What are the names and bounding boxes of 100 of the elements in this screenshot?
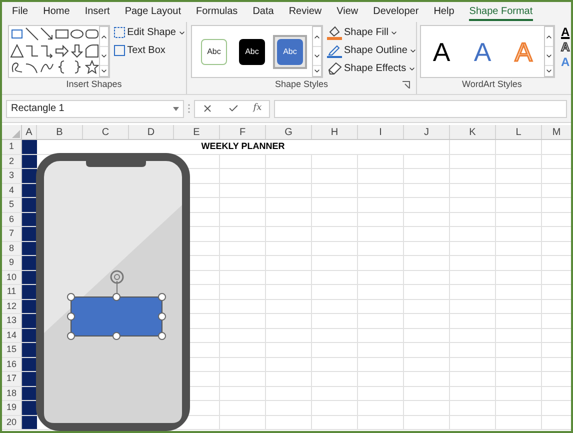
shaded-cell [22, 256, 37, 270]
resize-handle[interactable] [158, 293, 166, 301]
group-label: Insert Shapes [66, 78, 122, 91]
ribbon-tab[interactable]: Help [434, 4, 454, 20]
ribbon-command[interactable]: Shape Outline [327, 43, 418, 58]
rounded-rectangle-icon[interactable] [85, 27, 100, 41]
ribbon-tab[interactable]: Data [252, 4, 274, 20]
paint-bucket-icon [327, 26, 342, 40]
freeform-scribble-icon[interactable] [10, 60, 24, 74]
resize-handle[interactable] [158, 312, 166, 320]
column-header[interactable]: H [312, 125, 358, 139]
pencil-icon [327, 44, 342, 58]
resize-handle[interactable] [158, 332, 166, 340]
right-arrow-icon[interactable] [55, 44, 70, 58]
shaded-cell [22, 372, 37, 386]
row-header[interactable]: 9 [2, 256, 22, 270]
arrow-line-icon[interactable] [40, 27, 54, 41]
row-header[interactable]: 7 [2, 227, 22, 240]
triangle-icon[interactable] [10, 44, 24, 58]
group-label: WordArt Styles [462, 78, 522, 91]
row-header[interactable]: 17 [2, 372, 22, 386]
elbow-arrow-icon[interactable] [40, 44, 54, 58]
ribbon-tab[interactable]: Developer [373, 4, 419, 20]
column-header[interactable]: L [496, 125, 542, 139]
insert-function-button[interactable]: fx [253, 102, 262, 116]
line-icon[interactable] [25, 27, 39, 41]
ribbon-command[interactable]: Text Box [114, 43, 186, 58]
resize-handle[interactable] [112, 293, 120, 301]
group-label: Shape Styles [274, 78, 328, 91]
text-box-icon [114, 45, 126, 56]
snip-corner-icon[interactable] [85, 44, 100, 58]
row-header[interactable]: 2 [2, 154, 22, 168]
row-header[interactable]: 13 [2, 314, 22, 328]
selected-rectangle[interactable] [70, 296, 162, 336]
ribbon-command[interactable]: Shape Effects [327, 61, 418, 76]
ribbon-tab[interactable]: Formulas [196, 4, 238, 20]
column-header[interactable]: D [129, 125, 174, 139]
ribbon-tab[interactable]: View [336, 4, 358, 20]
resize-handle[interactable] [67, 293, 75, 301]
column-header[interactable]: F [220, 125, 266, 139]
column-header[interactable]: I [358, 125, 404, 139]
row-header[interactable]: 20 [2, 416, 22, 429]
star-icon[interactable] [85, 60, 100, 74]
enter-icon[interactable] [228, 103, 239, 114]
text-style-button[interactable]: A [561, 25, 570, 40]
row-header[interactable]: 5 [2, 198, 22, 212]
row-header[interactable]: 1 [2, 140, 22, 154]
ribbon-tab[interactable]: Page Layout [124, 4, 181, 20]
ribbon-tab[interactable]: File [12, 4, 28, 20]
elbow-connector-icon[interactable] [25, 44, 39, 58]
row-header[interactable]: 12 [2, 300, 22, 313]
column-header[interactable]: C [83, 125, 129, 139]
column-header[interactable]: J [404, 125, 450, 139]
text-box-shape-icon[interactable] [10, 27, 24, 41]
rotate-handle-icon[interactable] [110, 270, 124, 284]
shaded-cell [22, 198, 37, 212]
shaded-cell [22, 401, 37, 414]
shaded-cell [22, 169, 37, 182]
row-header[interactable]: 18 [2, 386, 22, 400]
effects-icon [327, 62, 342, 75]
row-header[interactable]: 8 [2, 242, 22, 255]
row-header[interactable]: 6 [2, 212, 22, 226]
column-header[interactable]: G [266, 125, 312, 139]
style-swatch[interactable]: Abc [239, 38, 265, 64]
style-swatch[interactable]: Abc [201, 38, 227, 64]
column-header[interactable]: K [450, 125, 496, 139]
dialog-launcher-icon[interactable] [402, 80, 410, 89]
row-header[interactable]: 4 [2, 184, 22, 197]
oval-icon[interactable] [70, 27, 84, 41]
column-header[interactable]: M [542, 125, 571, 139]
ribbon-tab[interactable]: Home [43, 4, 70, 20]
ribbon-command[interactable]: Shape Fill [327, 25, 418, 40]
column-header[interactable]: B [37, 125, 83, 139]
resize-handle[interactable] [67, 332, 75, 340]
shaded-cell [22, 285, 37, 298]
column-header[interactable]: A [22, 125, 37, 139]
row-header[interactable]: 16 [2, 358, 22, 371]
row-header[interactable]: 19 [2, 401, 22, 414]
wordart-style[interactable]: A [474, 38, 492, 64]
column-header[interactable]: E [174, 125, 220, 139]
rectangle-icon[interactable] [55, 27, 70, 41]
ribbon-command[interactable]: Edit Shape [114, 25, 186, 40]
style-swatch[interactable]: Abc [277, 38, 303, 64]
ribbon-tab[interactable]: Insert [84, 4, 110, 20]
text-style-button[interactable]: A [561, 40, 570, 55]
cancel-icon[interactable] [202, 103, 214, 114]
wordart-style[interactable]: A [432, 38, 450, 64]
name-box[interactable]: Rectangle 1 [6, 100, 184, 118]
ribbon-tab[interactable]: Review [288, 4, 322, 20]
row-header[interactable]: 10 [2, 270, 22, 284]
row-header[interactable]: 11 [2, 285, 22, 298]
resize-handle[interactable] [112, 332, 120, 340]
row-header[interactable]: 3 [2, 169, 22, 182]
row-header[interactable]: 15 [2, 343, 22, 356]
formula-input[interactable] [274, 100, 567, 118]
dropdown-arrow-icon [173, 106, 179, 110]
row-header[interactable]: 14 [2, 328, 22, 342]
resize-handle[interactable] [67, 312, 75, 320]
shaded-cell [22, 140, 37, 154]
down-arrow-icon[interactable] [70, 44, 84, 58]
